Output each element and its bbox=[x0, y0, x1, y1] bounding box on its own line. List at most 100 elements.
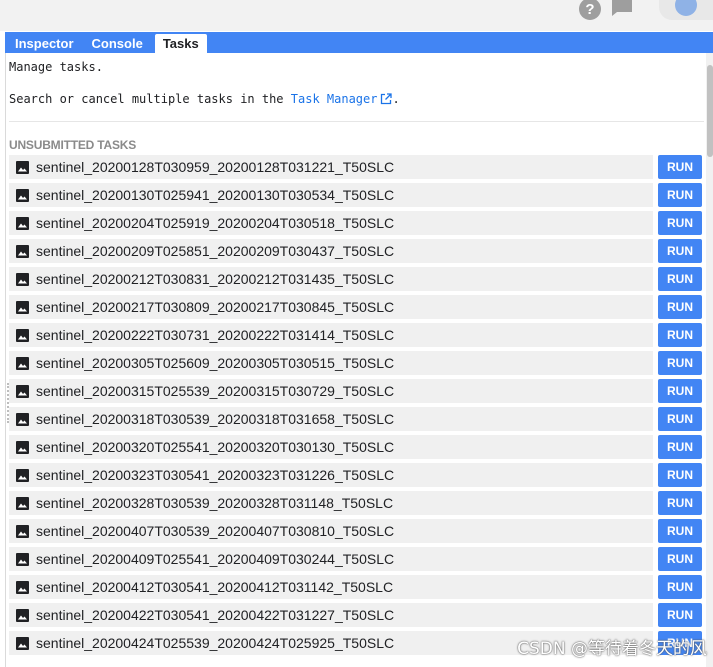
task-name: sentinel_20200130T025941_20200130T030534… bbox=[36, 187, 395, 203]
image-icon bbox=[16, 356, 29, 370]
tab-tasks[interactable]: Tasks bbox=[154, 34, 207, 53]
image-icon bbox=[16, 328, 29, 342]
task-name: sentinel_20200422T030541_20200422T031227… bbox=[36, 607, 395, 623]
task-row: sentinel_20200305T025609_20200305T030515… bbox=[9, 349, 704, 377]
task-item[interactable]: sentinel_20200318T030539_20200318T031658… bbox=[9, 407, 653, 431]
task-name: sentinel_20200217T030809_20200217T030845… bbox=[36, 299, 395, 315]
feedback-icon[interactable] bbox=[611, 0, 633, 17]
task-row: sentinel_20200315T025539_20200315T030729… bbox=[9, 377, 704, 405]
task-name: sentinel_20200328T030539_20200328T031148… bbox=[36, 495, 394, 511]
task-item[interactable]: sentinel_20200409T025541_20200409T030244… bbox=[9, 547, 653, 571]
image-icon bbox=[16, 440, 29, 454]
task-name: sentinel_20200318T030539_20200318T031658… bbox=[36, 411, 395, 427]
run-button[interactable]: RUN bbox=[658, 155, 702, 179]
panel-tabs: Inspector Console Tasks bbox=[5, 32, 713, 53]
avatar-image bbox=[675, 0, 697, 16]
task-row: sentinel_20200217T030809_20200217T030845… bbox=[9, 293, 704, 321]
run-button[interactable]: RUN bbox=[658, 463, 702, 487]
task-item[interactable]: sentinel_20200217T030809_20200217T030845… bbox=[9, 295, 653, 319]
task-item[interactable]: sentinel_20200209T025851_20200209T030437… bbox=[9, 239, 653, 263]
image-icon bbox=[16, 608, 29, 622]
task-item[interactable]: sentinel_20200422T030541_20200422T031227… bbox=[9, 603, 653, 627]
task-name: sentinel_20200209T025851_20200209T030437… bbox=[36, 243, 395, 259]
task-row: sentinel_20200209T025851_20200209T030437… bbox=[9, 237, 704, 265]
run-button[interactable]: RUN bbox=[658, 435, 702, 459]
run-button[interactable]: RUN bbox=[658, 407, 702, 431]
help-icon[interactable]: ? bbox=[579, 0, 601, 20]
image-icon bbox=[16, 524, 29, 538]
scrollbar[interactable] bbox=[706, 53, 713, 667]
task-name: sentinel_20200424T025539_20200424T025925… bbox=[36, 635, 395, 651]
task-item[interactable]: sentinel_20200328T030539_20200328T031148… bbox=[9, 491, 653, 515]
task-item[interactable]: sentinel_20200305T025609_20200305T030515… bbox=[9, 351, 653, 375]
divider bbox=[9, 121, 704, 122]
task-manager-link[interactable]: Task Manager bbox=[291, 92, 393, 106]
image-icon bbox=[16, 272, 29, 286]
image-icon bbox=[16, 412, 29, 426]
run-button[interactable]: RUN bbox=[658, 575, 702, 599]
task-name: sentinel_20200305T025609_20200305T030515… bbox=[36, 355, 395, 371]
task-item[interactable]: sentinel_20200204T025919_20200204T030518… bbox=[9, 211, 653, 235]
task-name: sentinel_20200407T030539_20200407T030810… bbox=[36, 523, 395, 539]
task-item[interactable]: sentinel_20200320T025541_20200320T030130… bbox=[9, 435, 653, 459]
splitter-handle[interactable] bbox=[7, 383, 11, 423]
scrollbar-thumb[interactable] bbox=[707, 65, 713, 157]
run-button[interactable]: RUN bbox=[658, 211, 702, 235]
run-button[interactable]: RUN bbox=[658, 267, 702, 291]
image-icon bbox=[16, 552, 29, 566]
image-icon bbox=[16, 496, 29, 510]
task-name: sentinel_20200315T025539_20200315T030729… bbox=[36, 383, 395, 399]
run-button[interactable]: RUN bbox=[658, 491, 702, 515]
top-bar: ? bbox=[0, 0, 713, 31]
task-item[interactable]: sentinel_20200130T025941_20200130T030534… bbox=[9, 183, 653, 207]
run-button[interactable]: RUN bbox=[658, 603, 702, 627]
tab-inspector[interactable]: Inspector bbox=[7, 34, 82, 53]
task-item[interactable]: sentinel_20200222T030731_20200222T031414… bbox=[9, 323, 653, 347]
image-icon bbox=[16, 580, 29, 594]
task-name: sentinel_20200320T025541_20200320T030130… bbox=[36, 439, 395, 455]
image-icon bbox=[16, 188, 29, 202]
search-prefix: Search or cancel multiple tasks in the bbox=[9, 92, 291, 106]
run-button[interactable]: RUN bbox=[658, 295, 702, 319]
task-name: sentinel_20200412T030541_20200412T031142… bbox=[36, 579, 394, 595]
image-icon bbox=[16, 244, 29, 258]
image-icon bbox=[16, 384, 29, 398]
run-button[interactable]: RUN bbox=[658, 183, 702, 207]
task-row: sentinel_20200422T030541_20200422T031227… bbox=[9, 601, 704, 629]
task-name: sentinel_20200204T025919_20200204T030518… bbox=[36, 215, 395, 231]
task-item[interactable]: sentinel_20200407T030539_20200407T030810… bbox=[9, 519, 653, 543]
task-item[interactable]: sentinel_20200212T030831_20200212T031435… bbox=[9, 267, 653, 291]
task-item[interactable]: sentinel_20200412T030541_20200412T031142… bbox=[9, 575, 653, 599]
run-button[interactable]: RUN bbox=[658, 323, 702, 347]
task-item[interactable]: sentinel_20200315T025539_20200315T030729… bbox=[9, 379, 653, 403]
task-row: sentinel_20200323T030541_20200323T031226… bbox=[9, 461, 704, 489]
search-suffix: . bbox=[392, 92, 400, 106]
run-button[interactable]: RUN bbox=[658, 519, 702, 543]
run-button[interactable]: RUN bbox=[658, 239, 702, 263]
task-row: sentinel_20200407T030539_20200407T030810… bbox=[9, 517, 704, 545]
image-icon bbox=[16, 636, 29, 650]
section-title: UNSUBMITTED TASKS bbox=[9, 138, 137, 152]
avatar[interactable] bbox=[659, 0, 713, 20]
tasks-panel: Manage tasks. Search or cancel multiple … bbox=[5, 53, 713, 667]
intro-text: Manage tasks. bbox=[9, 60, 103, 74]
image-icon bbox=[16, 160, 29, 174]
task-row: sentinel_20200204T025919_20200204T030518… bbox=[9, 209, 704, 237]
image-icon bbox=[16, 216, 29, 230]
task-name: sentinel_20200222T030731_20200222T031414… bbox=[36, 327, 395, 343]
task-row: sentinel_20200409T025541_20200409T030244… bbox=[9, 545, 704, 573]
run-button[interactable]: RUN bbox=[658, 379, 702, 403]
task-row: sentinel_20200222T030731_20200222T031414… bbox=[9, 321, 704, 349]
run-button[interactable]: RUN bbox=[658, 547, 702, 571]
task-name: sentinel_20200128T030959_20200128T031221… bbox=[36, 159, 395, 175]
task-row: sentinel_20200128T030959_20200128T031221… bbox=[9, 153, 704, 181]
task-name: sentinel_20200323T030541_20200323T031226… bbox=[36, 467, 395, 483]
task-row: sentinel_20200412T030541_20200412T031142… bbox=[9, 573, 704, 601]
task-name: sentinel_20200409T025541_20200409T030244… bbox=[36, 551, 395, 567]
tab-console[interactable]: Console bbox=[84, 34, 151, 53]
task-row: sentinel_20200328T030539_20200328T031148… bbox=[9, 489, 704, 517]
task-item[interactable]: sentinel_20200323T030541_20200323T031226… bbox=[9, 463, 653, 487]
run-button[interactable]: RUN bbox=[658, 351, 702, 375]
task-item[interactable]: sentinel_20200128T030959_20200128T031221… bbox=[9, 155, 653, 179]
image-icon bbox=[16, 300, 29, 314]
